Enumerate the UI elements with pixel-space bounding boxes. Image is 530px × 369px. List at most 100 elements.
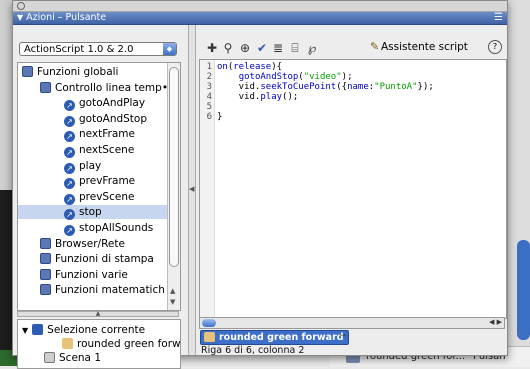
hscroll-thumb[interactable]: [202, 319, 216, 327]
tree-item-label: Funzioni varie: [55, 268, 128, 281]
script-pane: ✚ ⚲ ⊕ ✔ ≣ ⌸ ℘ ✎ Assistente script ? 1 2 …: [195, 25, 507, 356]
find-icon[interactable]: ⚲: [221, 41, 235, 55]
panel-drag-bar[interactable]: [13, 1, 507, 12]
tree-item-label: nextScene: [79, 144, 135, 156]
tree-item[interactable]: Funzioni varie: [40, 268, 128, 282]
collapse-icon[interactable]: ▼: [17, 13, 23, 22]
function-icon: ↗: [64, 193, 75, 205]
scene-label: Scena 1: [59, 352, 102, 364]
function-icon: ↗: [64, 147, 75, 158]
tree-item[interactable]: Funzioni globali: [22, 65, 118, 79]
code-line-1[interactable]: on(release){: [217, 62, 282, 72]
add-statement-icon[interactable]: ✚: [205, 41, 219, 55]
line-number-gutter: 1 2 3 4 5 6: [200, 60, 215, 318]
tree-item[interactable]: ↗ prevScene: [64, 190, 135, 205]
scroll-up-icon[interactable]: ▲: [170, 287, 175, 295]
code-line-3[interactable]: vid.seekToCuePoint({name:"PuntoA"});: [217, 82, 434, 92]
auto-format-icon[interactable]: ≣: [271, 41, 285, 55]
language-select[interactable]: ActionScript 1.0 & 2.0 ◆: [19, 42, 177, 56]
tree-item[interactable]: Funzioni di stampa: [40, 252, 154, 266]
tree-item[interactable]: ↗ stopAllSounds: [64, 221, 153, 236]
tree-item[interactable]: Browser/Rete: [40, 237, 125, 251]
script-navigator: ▼ Selezione corrente rounded green forw S…: [17, 319, 181, 369]
tab-script-object[interactable]: rounded green forward: [200, 330, 349, 345]
tree-item[interactable]: ↗ prevFrame: [64, 174, 136, 190]
scroll-arrows-icon[interactable]: ◀ ▶: [489, 318, 502, 326]
tree-item[interactable]: ↗ stop: [18, 205, 180, 221]
book-icon: [22, 66, 33, 77]
tree-item-label: prevScene: [79, 190, 135, 203]
list-item-current-selection[interactable]: ▼ Selezione corrente: [22, 323, 145, 337]
list-item-scene[interactable]: Scena 1: [44, 351, 101, 365]
background-scrollbar[interactable]: [517, 240, 530, 340]
line-number: 1: [206, 62, 212, 72]
code-line-4[interactable]: vid.play();: [217, 92, 299, 102]
language-select-value: ActionScript 1.0 & 2.0: [24, 44, 134, 55]
tree-item[interactable]: ↗ nextFrame: [64, 127, 135, 143]
tree-item-label: prevFrame: [79, 175, 136, 188]
scene-icon: [44, 352, 55, 363]
close-icon[interactable]: [17, 2, 25, 10]
script-assist-button[interactable]: Assistente script: [381, 41, 468, 53]
book-icon: [40, 81, 51, 93]
function-icon: ↗: [64, 178, 75, 190]
actions-panel: ▼ Azioni – Pulsante ☰ ActionScript 1.0 & …: [12, 0, 508, 369]
tree-item-label: play: [79, 159, 102, 172]
tree-item-label: gotoAndStop: [79, 112, 148, 125]
function-icon: ↗: [64, 162, 75, 174]
list-item-object[interactable]: rounded green forw: [62, 337, 181, 351]
tree-item[interactable]: ↗ gotoAndStop: [64, 112, 148, 127]
function-icon: ↗: [64, 131, 75, 143]
code-hint-icon[interactable]: ⌸: [288, 41, 302, 55]
tree-scroll-thumb[interactable]: [169, 67, 179, 267]
code-line-6[interactable]: }: [217, 112, 222, 122]
pin-script-icon[interactable]: ⊸: [339, 331, 347, 341]
function-icon: ↗: [64, 100, 75, 112]
tree-scrollbar[interactable]: ▲ ▼: [167, 63, 180, 310]
actions-tree: Funzioni globali Controllo linea temp• ↗ go…: [17, 62, 181, 311]
tree-item[interactable]: Funzioni matematich: [40, 283, 165, 297]
object-label: rounded green forw: [77, 338, 181, 350]
debug-options-icon[interactable]: ℘: [305, 41, 319, 55]
book-icon: [40, 268, 51, 280]
line-number: 5: [206, 102, 212, 112]
line-number: 2: [206, 72, 212, 82]
tree-item[interactable]: ↗ gotoAndPlay: [64, 96, 145, 112]
cursor-status: Riga 6 di 6, colonna 2: [201, 345, 305, 356]
disclosure-triangle-icon[interactable]: ▼: [22, 326, 28, 335]
options-menu-icon[interactable]: ☰: [494, 12, 503, 24]
function-icon: ↗: [64, 209, 75, 221]
function-icon: ↗: [64, 225, 75, 236]
tree-item-label: Funzioni di stampa: [55, 253, 154, 266]
button-symbol-icon: [32, 324, 44, 335]
scroll-down-icon[interactable]: ▼: [170, 298, 175, 306]
button-instance-icon: [62, 338, 73, 349]
book-icon: [40, 237, 51, 249]
script-assist-icon[interactable]: ✎: [370, 40, 379, 53]
tree-item-label: Funzioni matematich: [55, 284, 165, 297]
tree-item-label: Controllo linea temp•: [55, 81, 169, 94]
line-number: 6: [206, 112, 212, 122]
button-instance-icon: [204, 332, 215, 342]
code-editor[interactable]: 1 2 3 4 5 6 on(release){ gotoAndStop("vi…: [199, 59, 507, 319]
line-number: 3: [206, 82, 212, 92]
panel-title: Azioni – Pulsante: [26, 12, 107, 23]
tree-item-label: nextFrame: [79, 128, 135, 141]
editor-hscrollbar[interactable]: ◀ ▶: [199, 317, 505, 329]
tree-item[interactable]: ↗ nextScene: [64, 143, 135, 158]
tree-item-label: stop: [79, 206, 102, 219]
panel-title-bar[interactable]: ▼ Azioni – Pulsante ☰: [13, 12, 507, 25]
tree-splitter[interactable]: ▲: [17, 311, 179, 317]
actions-toolbox: ActionScript 1.0 & 2.0 ◆ Funzioni global…: [13, 25, 185, 369]
code-line-2[interactable]: gotoAndStop("video");: [217, 72, 353, 82]
script-tab-bar: rounded green forward ⊸: [199, 330, 505, 345]
tree-item[interactable]: ↗ play: [64, 159, 102, 174]
tree-item-label: Funzioni globali: [37, 66, 119, 78]
help-icon[interactable]: ?: [488, 40, 502, 54]
check-syntax-icon[interactable]: ✔: [255, 41, 269, 55]
tab-label: rounded green forward: [219, 332, 344, 343]
target-icon[interactable]: ⊕: [238, 41, 252, 55]
tree-item[interactable]: Controllo linea temp•: [40, 81, 168, 95]
collapse-left-icon[interactable]: ◀: [189, 185, 194, 193]
chevron-updown-icon[interactable]: ◆: [163, 43, 176, 55]
